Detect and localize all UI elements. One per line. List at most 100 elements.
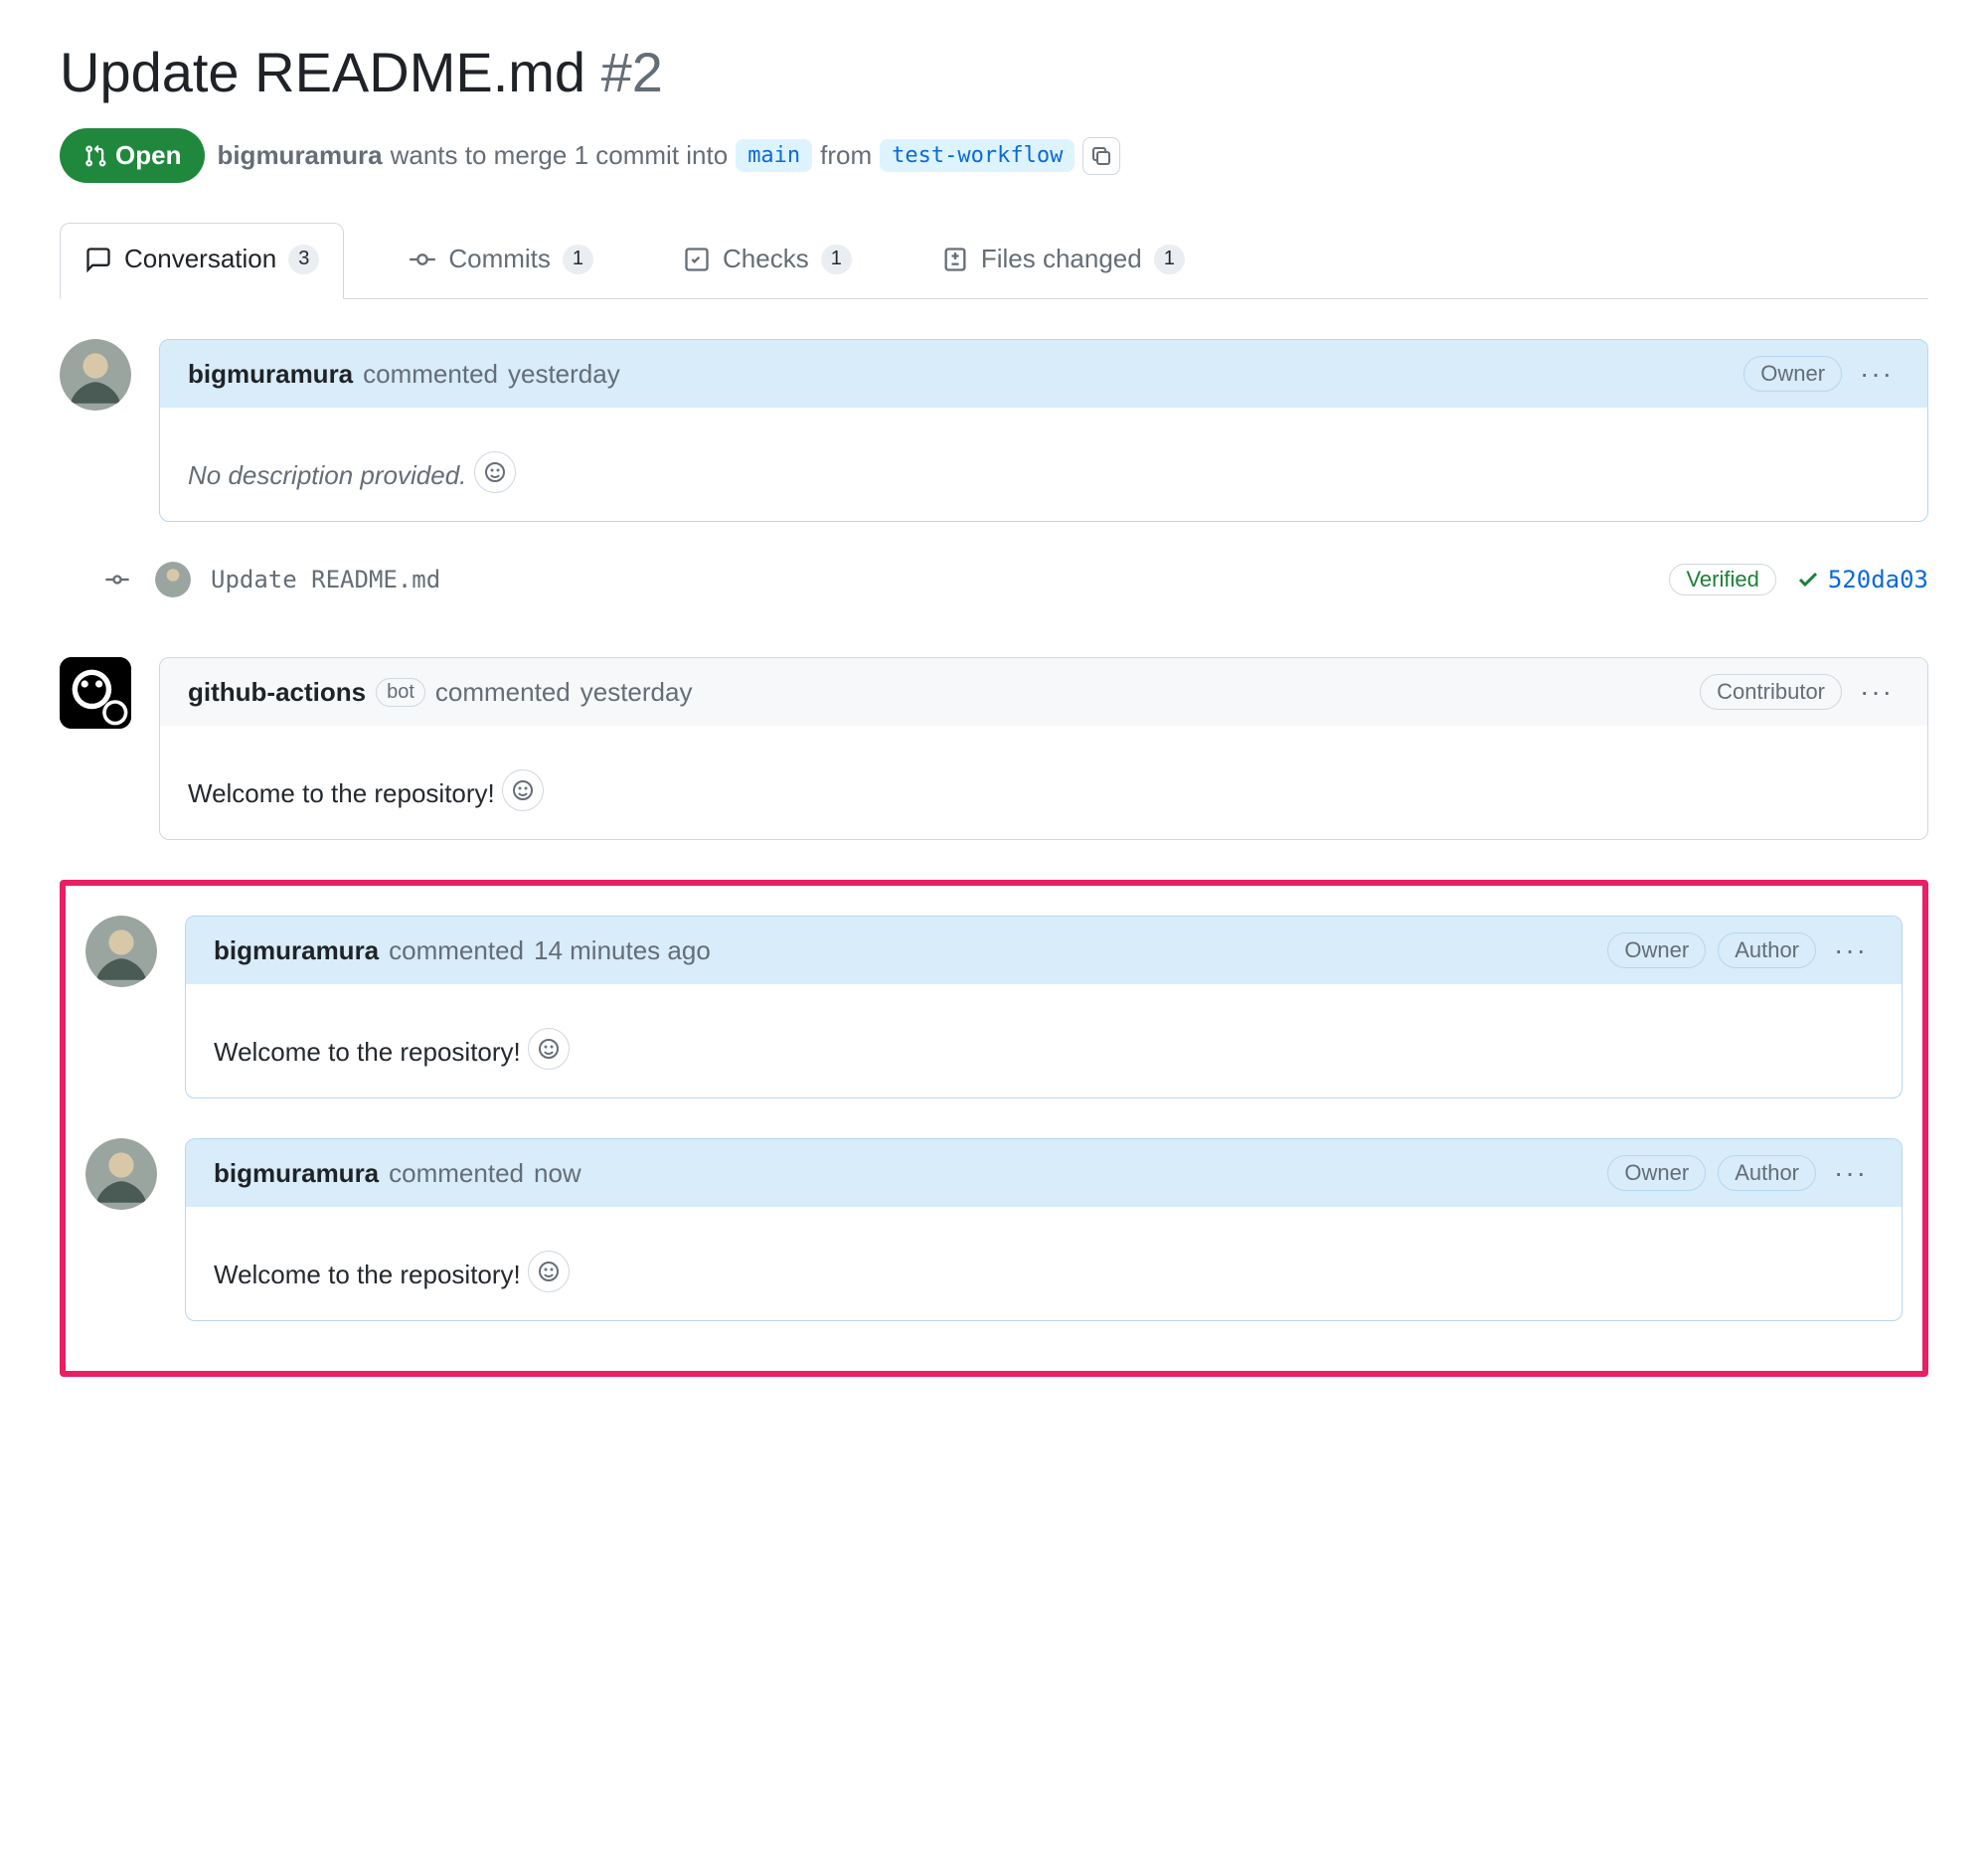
head-branch-chip[interactable]: test-workflow <box>880 139 1075 172</box>
comment-placeholder: No description provided. <box>188 460 466 490</box>
comment-menu-button[interactable]: ··· <box>1828 934 1874 966</box>
tab-commits-label: Commits <box>448 244 551 274</box>
comment-body: No description provided. <box>160 408 1927 521</box>
add-reaction-button[interactable] <box>528 1251 570 1292</box>
comment-time[interactable]: yesterday <box>508 359 620 390</box>
base-branch-chip[interactable]: main <box>736 139 812 172</box>
comment-item: bigmuramura commented 14 minutes ago Own… <box>85 916 1903 1098</box>
pr-status-badge: Open <box>60 128 205 183</box>
smiley-icon <box>483 460 507 484</box>
comment-item: github-actions bot commented yesterday C… <box>60 657 1928 840</box>
commit-author-avatar[interactable] <box>155 562 191 597</box>
role-pill-owner: Owner <box>1743 356 1842 392</box>
check-icon <box>1796 568 1820 591</box>
comment-box: bigmuramura commented yesterday Owner ··… <box>159 339 1928 522</box>
comment-author[interactable]: bigmuramura <box>188 359 353 390</box>
role-pill-author: Author <box>1718 932 1816 968</box>
pr-number: #2 <box>601 41 663 103</box>
role-pill-contributor: Contributor <box>1700 674 1842 710</box>
tab-files[interactable]: Files changed 1 <box>916 223 1210 299</box>
tab-checks-count: 1 <box>821 245 852 274</box>
copy-branch-button[interactable] <box>1082 137 1120 175</box>
commit-sha-link[interactable]: 520da03 <box>1796 566 1928 593</box>
comment-time[interactable]: now <box>534 1158 581 1189</box>
avatar[interactable] <box>85 1138 157 1210</box>
commit-row: Update README.md Verified 520da03 <box>159 562 1928 597</box>
role-pill-owner: Owner <box>1607 932 1706 968</box>
pr-title: Update README.md #2 <box>60 40 1928 104</box>
copy-icon <box>1089 144 1113 168</box>
comment-menu-button[interactable]: ··· <box>1854 358 1900 390</box>
avatar[interactable] <box>85 916 157 987</box>
bot-chip: bot <box>376 678 425 707</box>
comment-box: github-actions bot commented yesterday C… <box>159 657 1928 840</box>
user-avatar-icon <box>60 339 131 411</box>
comment-body: Welcome to the repository! <box>160 726 1927 839</box>
avatar[interactable] <box>60 339 131 411</box>
comment-time[interactable]: 14 minutes ago <box>534 935 711 966</box>
comment-author[interactable]: bigmuramura <box>214 935 379 966</box>
comment-header: bigmuramura commented 14 minutes ago Own… <box>186 917 1902 984</box>
smiley-icon <box>537 1260 561 1283</box>
comment-header: github-actions bot commented yesterday C… <box>160 658 1927 726</box>
pr-merge-text-1: wants to merge 1 commit into <box>391 140 729 171</box>
user-avatar-icon <box>85 916 157 987</box>
comment-menu-button[interactable]: ··· <box>1828 1157 1874 1189</box>
comment-action: commented <box>389 1158 524 1189</box>
avatar-bot[interactable] <box>60 657 131 729</box>
github-actions-icon <box>60 657 131 729</box>
add-reaction-button[interactable] <box>528 1028 570 1070</box>
comment-item: bigmuramura commented now Owner Author ·… <box>85 1138 1903 1321</box>
comment-text: Welcome to the repository! <box>214 1260 521 1289</box>
tab-commits-count: 1 <box>563 245 593 274</box>
pr-merge-text-2: from <box>820 140 872 171</box>
smiley-icon <box>537 1037 561 1061</box>
comment-action: commented <box>389 935 524 966</box>
pr-author[interactable]: bigmuramura <box>217 140 382 171</box>
commit-icon <box>409 246 436 273</box>
comment-body: Welcome to the repository! <box>186 1207 1902 1320</box>
tab-conversation-count: 3 <box>288 245 319 274</box>
user-avatar-icon <box>85 1138 157 1210</box>
comment-header: bigmuramura commented now Owner Author ·… <box>186 1139 1902 1207</box>
comment-header: bigmuramura commented yesterday Owner ··… <box>160 340 1927 408</box>
comment-text: Welcome to the repository! <box>214 1037 521 1067</box>
comment-author[interactable]: bigmuramura <box>214 1158 379 1189</box>
comment-item: bigmuramura commented yesterday Owner ··… <box>60 339 1928 522</box>
verified-badge[interactable]: Verified <box>1669 564 1775 595</box>
tab-files-label: Files changed <box>981 244 1142 274</box>
comment-box: bigmuramura commented now Owner Author ·… <box>185 1138 1903 1321</box>
commit-node-icon <box>99 562 135 597</box>
comment-action: commented <box>363 359 498 390</box>
conversation-timeline: bigmuramura commented yesterday Owner ··… <box>60 339 1928 1377</box>
tab-checks-label: Checks <box>723 244 809 274</box>
tab-conversation-label: Conversation <box>124 244 276 274</box>
commit-sha: 520da03 <box>1828 566 1928 593</box>
pr-title-text: Update README.md <box>60 41 585 103</box>
pr-meta-text: bigmuramura wants to merge 1 commit into… <box>217 137 1120 175</box>
pr-tabs: Conversation 3 Commits 1 Checks 1 Files … <box>60 223 1928 299</box>
tab-commits[interactable]: Commits 1 <box>384 223 618 299</box>
checklist-icon <box>683 246 711 273</box>
add-reaction-button[interactable] <box>474 451 516 493</box>
role-pill-author: Author <box>1718 1155 1816 1191</box>
comment-time[interactable]: yesterday <box>580 677 693 708</box>
diff-icon <box>941 246 969 273</box>
comment-body: Welcome to the repository! <box>186 984 1902 1097</box>
pull-request-icon <box>83 144 107 168</box>
comment-menu-button[interactable]: ··· <box>1854 676 1900 708</box>
comment-action: commented <box>435 677 571 708</box>
tab-files-count: 1 <box>1154 245 1185 274</box>
commit-message[interactable]: Update README.md <box>211 566 1649 593</box>
comment-box: bigmuramura commented 14 minutes ago Own… <box>185 916 1903 1098</box>
add-reaction-button[interactable] <box>502 769 544 811</box>
tab-checks[interactable]: Checks 1 <box>658 223 877 299</box>
pr-status-text: Open <box>115 140 181 171</box>
smiley-icon <box>511 778 535 802</box>
pr-meta: Open bigmuramura wants to merge 1 commit… <box>60 128 1928 183</box>
comment-author[interactable]: github-actions <box>188 677 366 708</box>
role-pill-owner: Owner <box>1607 1155 1706 1191</box>
highlight-annotation: bigmuramura commented 14 minutes ago Own… <box>60 880 1928 1377</box>
tab-conversation[interactable]: Conversation 3 <box>60 223 344 299</box>
comment-icon <box>84 246 112 273</box>
